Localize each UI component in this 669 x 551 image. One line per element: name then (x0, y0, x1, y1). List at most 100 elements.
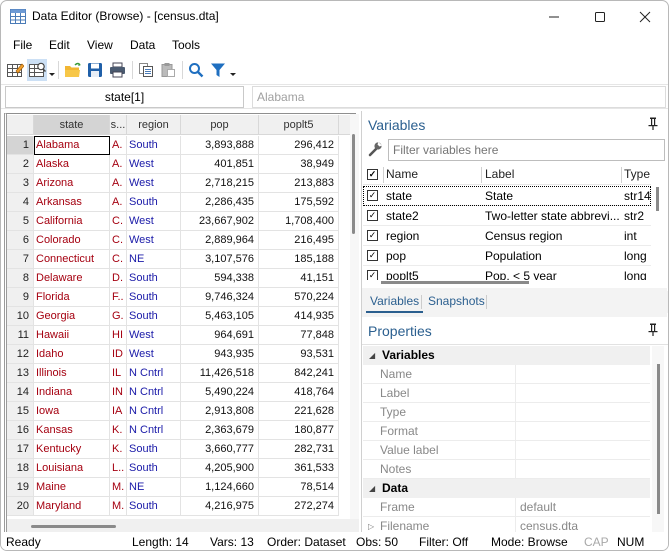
cell-region[interactable]: N Cntrl (127, 402, 181, 421)
column-header-label[interactable]: Label (485, 167, 514, 181)
cell-state2[interactable]: M. (110, 497, 127, 516)
cell-state2[interactable]: A. (110, 155, 127, 174)
cell-name-box[interactable]: state[1] (5, 86, 244, 108)
property-row[interactable]: Format (363, 422, 650, 441)
collapse-triangle-icon[interactable]: ◢ (369, 346, 375, 365)
property-row[interactable]: Frame default (363, 498, 650, 517)
cell-state2[interactable]: C. (110, 250, 127, 269)
row-number[interactable]: 11 (7, 326, 34, 345)
minimize-button[interactable] (531, 1, 577, 32)
cell-state2[interactable]: D. (110, 269, 127, 288)
row-number[interactable]: 4 (7, 193, 34, 212)
cell-poplt5[interactable]: 78,514 (259, 478, 339, 497)
save-button[interactable] (85, 59, 105, 81)
row-number[interactable]: 1 (7, 136, 34, 155)
variable-row[interactable]: ✓ pop Population long (363, 246, 651, 266)
cell-state2[interactable]: G. (110, 307, 127, 326)
cell-state2[interactable]: M. (110, 478, 127, 497)
cell-region[interactable]: South (127, 459, 181, 478)
cell-pop[interactable]: 9,746,324 (181, 288, 259, 307)
cell-poplt5[interactable]: 216,495 (259, 231, 339, 250)
grid-vertical-scrollbar[interactable] (350, 114, 359, 519)
cell-poplt5[interactable]: 1,708,400 (259, 212, 339, 231)
tab-snapshots[interactable]: Snapshots (424, 294, 489, 308)
cell-state[interactable]: Iowa (34, 402, 110, 421)
row-number[interactable]: 9 (7, 288, 34, 307)
row-number[interactable]: 7 (7, 250, 34, 269)
cell-state2[interactable]: ID (110, 345, 127, 364)
cell-state2[interactable]: C. (110, 231, 127, 250)
cell-poplt5[interactable]: 570,224 (259, 288, 339, 307)
data-editor-browse-button[interactable] (27, 59, 47, 81)
row-number[interactable]: 3 (7, 174, 34, 193)
row-number[interactable]: 5 (7, 212, 34, 231)
row-number[interactable]: 15 (7, 402, 34, 421)
filter-dropdown-arrow[interactable] (230, 73, 236, 76)
cell-state[interactable]: Hawaii (34, 326, 110, 345)
column-header-state[interactable]: state (34, 115, 110, 135)
cell-state2[interactable]: L.. (110, 459, 127, 478)
cell-pop[interactable]: 1,124,660 (181, 478, 259, 497)
property-row[interactable]: Notes (363, 460, 650, 479)
cell-pop[interactable]: 2,913,808 (181, 402, 259, 421)
cell-region[interactable]: NE (127, 478, 181, 497)
property-row[interactable]: Value label (363, 441, 650, 460)
row-number[interactable]: 17 (7, 440, 34, 459)
cell-poplt5[interactable]: 77,848 (259, 326, 339, 345)
cell-state[interactable]: Alaska (34, 155, 110, 174)
cell-region[interactable]: South (127, 288, 181, 307)
variables-vertical-scroll-thumb[interactable] (656, 187, 659, 211)
cell-pop[interactable]: 964,691 (181, 326, 259, 345)
cell-pop[interactable]: 3,893,888 (181, 136, 259, 155)
variables-vertical-scrollbar[interactable] (652, 185, 662, 277)
cell-poplt5[interactable]: 38,949 (259, 155, 339, 174)
cell-poplt5[interactable]: 180,877 (259, 421, 339, 440)
row-number[interactable]: 13 (7, 364, 34, 383)
print-button[interactable] (107, 59, 127, 81)
cell-region[interactable]: West (127, 155, 181, 174)
browse-dropdown-arrow[interactable] (49, 73, 55, 76)
column-header-state2[interactable]: s... (110, 115, 127, 135)
cell-state2[interactable]: IN (110, 383, 127, 402)
menu-tools[interactable]: Tools (172, 38, 200, 52)
cell-state[interactable]: Connecticut (34, 250, 110, 269)
cell-poplt5[interactable]: 272,274 (259, 497, 339, 516)
cell-pop[interactable]: 2,889,964 (181, 231, 259, 250)
property-row[interactable]: Label (363, 384, 650, 403)
cell-poplt5[interactable]: 213,883 (259, 174, 339, 193)
filter-variables-input[interactable] (388, 139, 665, 161)
cell-poplt5[interactable]: 296,412 (259, 136, 339, 155)
pin-icon[interactable] (648, 117, 658, 133)
properties-vertical-scroll-thumb[interactable] (657, 364, 660, 514)
menu-edit[interactable]: Edit (49, 38, 70, 52)
cell-state2[interactable]: C. (110, 212, 127, 231)
cell-state[interactable]: Kentucky (34, 440, 110, 459)
cell-region[interactable]: South (127, 193, 181, 212)
column-header-region[interactable]: region (127, 115, 181, 135)
cell-state[interactable]: Idaho (34, 345, 110, 364)
tab-variables[interactable]: Variables (366, 294, 424, 313)
maximize-button[interactable] (577, 1, 623, 32)
data-editor-edit-button[interactable] (5, 59, 25, 81)
cell-pop[interactable]: 594,338 (181, 269, 259, 288)
row-number[interactable]: 14 (7, 383, 34, 402)
wrench-icon[interactable] (367, 141, 383, 160)
filter-button[interactable] (208, 59, 228, 81)
cell-pop[interactable]: 3,107,576 (181, 250, 259, 269)
cell-state2[interactable]: K. (110, 440, 127, 459)
cell-pop[interactable]: 23,667,902 (181, 212, 259, 231)
collapse-triangle-icon[interactable]: ◢ (369, 479, 375, 498)
row-number[interactable]: 6 (7, 231, 34, 250)
cell-pop[interactable]: 2,718,215 (181, 174, 259, 193)
paste-button[interactable] (158, 59, 178, 81)
select-all-checkbox[interactable]: ✓ (367, 169, 378, 180)
cell-poplt5[interactable]: 41,151 (259, 269, 339, 288)
cell-state[interactable]: Arkansas (34, 193, 110, 212)
row-number[interactable]: 19 (7, 478, 34, 497)
row-number[interactable]: 12 (7, 345, 34, 364)
cell-region[interactable]: South (127, 307, 181, 326)
cell-poplt5[interactable]: 418,764 (259, 383, 339, 402)
cell-pop[interactable]: 943,935 (181, 345, 259, 364)
cell-state[interactable]: Indiana (34, 383, 110, 402)
cell-state[interactable]: Kansas (34, 421, 110, 440)
